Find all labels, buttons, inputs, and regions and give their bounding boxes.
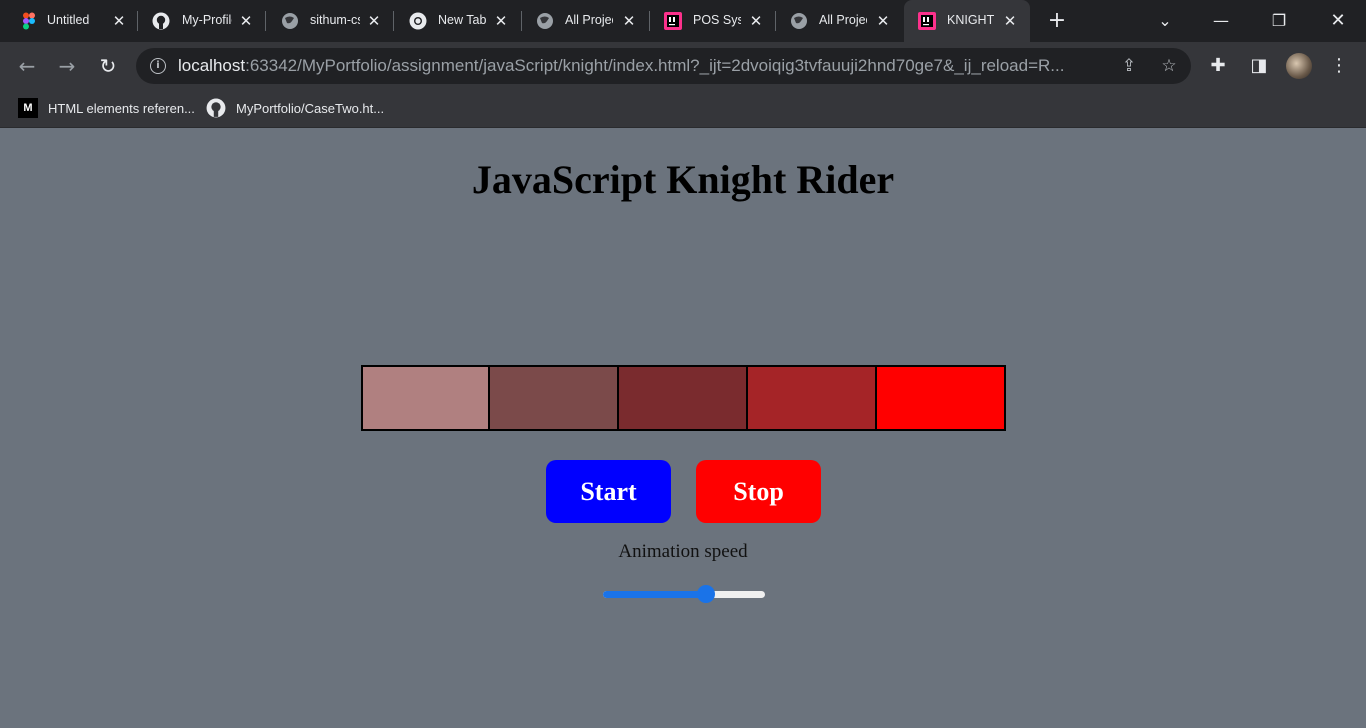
profile-avatar[interactable]: [1286, 53, 1312, 79]
new-tab-button[interactable]: +: [1045, 9, 1069, 33]
tab-new-tab[interactable]: New Tab ✕: [394, 0, 522, 42]
github-icon: [152, 12, 170, 30]
tab-all-projects-2[interactable]: All Projects ✕: [776, 0, 904, 42]
close-icon[interactable]: ✕: [874, 12, 892, 30]
tab-title: All Projects: [819, 13, 867, 27]
forward-arrow-icon[interactable]: →: [54, 53, 80, 79]
tab-strip: Untitled ✕ My-Profile ✕ sithum-cs ✕ New …: [0, 0, 1366, 42]
reload-icon[interactable]: ↻: [95, 53, 121, 79]
address-bar[interactable]: i localhost:63342/MyPortfolio/assignment…: [136, 48, 1191, 84]
close-icon[interactable]: ✕: [365, 12, 383, 30]
stop-button[interactable]: Stop: [696, 460, 821, 523]
extensions-puzzle-icon[interactable]: ✚: [1206, 54, 1230, 78]
close-icon[interactable]: ✕: [1001, 12, 1019, 30]
side-panel-icon[interactable]: ◨: [1247, 54, 1271, 78]
tab-pos-system[interactable]: POS System ✕: [650, 0, 776, 42]
globe-icon: [537, 13, 553, 29]
tab-title: Untitled: [47, 13, 90, 27]
close-icon[interactable]: ✕: [492, 12, 510, 30]
figma-icon: [23, 12, 35, 30]
close-icon[interactable]: ✕: [620, 12, 638, 30]
share-icon[interactable]: ⇪: [1119, 56, 1139, 76]
github-icon: [206, 98, 226, 118]
start-button[interactable]: Start: [546, 460, 671, 523]
menu-kebab-icon[interactable]: ⋮: [1327, 54, 1351, 78]
tab-title: sithum-cs: [310, 13, 360, 27]
minimize-icon[interactable]: —: [1208, 8, 1234, 34]
tab-untitled[interactable]: Untitled ✕: [0, 0, 138, 42]
browser-toolbar: ← → ↻ i localhost:63342/MyPortfolio/assi…: [0, 42, 1366, 90]
tab-my-profile[interactable]: My-Profile ✕: [138, 0, 266, 42]
bookmark-html-elements[interactable]: M HTML elements referen...: [18, 96, 195, 120]
slider-thumb[interactable]: [697, 585, 715, 603]
close-icon[interactable]: ✕: [110, 12, 128, 30]
close-icon[interactable]: ✕: [237, 12, 255, 30]
intellij-icon: [918, 12, 936, 30]
tab-sithum[interactable]: sithum-cs ✕: [266, 0, 394, 42]
mdn-icon: M: [18, 98, 38, 118]
intellij-icon: [664, 12, 682, 30]
tab-knight[interactable]: KNIGHT ✕: [904, 0, 1030, 42]
close-icon[interactable]: ✕: [747, 12, 765, 30]
light-box-3: [619, 367, 748, 429]
page-content: JavaScript Knight Rider Start Stop Anima…: [0, 128, 1366, 728]
window-close-icon[interactable]: ✕: [1325, 8, 1351, 34]
bookmarks-bar: M HTML elements referen... MyPortfolio/C…: [0, 90, 1366, 128]
url-text[interactable]: localhost:63342/MyPortfolio/assignment/j…: [178, 56, 1103, 76]
globe-icon: [282, 13, 298, 29]
animation-speed-slider[interactable]: [603, 585, 765, 603]
bookmark-label: MyPortfolio/CaseTwo.ht...: [236, 100, 385, 116]
chrome-icon: [409, 12, 427, 30]
tab-title: All Projects: [565, 13, 613, 27]
back-arrow-icon[interactable]: ←: [14, 53, 40, 79]
tab-title: POS System: [693, 13, 741, 27]
tab-search-chevron-icon[interactable]: ⌄: [1152, 8, 1178, 34]
site-info-icon[interactable]: i: [150, 58, 166, 74]
tab-all-projects[interactable]: All Projects ✕: [522, 0, 650, 42]
page-title: JavaScript Knight Rider: [471, 157, 895, 202]
restore-icon[interactable]: ❐: [1266, 8, 1292, 34]
light-box-5: [877, 367, 1004, 429]
light-box-1: [363, 367, 490, 429]
bookmark-star-icon[interactable]: ☆: [1159, 56, 1179, 76]
slider-fill: [603, 591, 706, 598]
knight-rider-lights: [361, 365, 1006, 431]
light-box-2: [490, 367, 619, 429]
bookmark-label: HTML elements referen...: [48, 100, 195, 116]
animation-speed-label: Animation speed: [618, 541, 748, 562]
tab-title: KNIGHT: [947, 13, 995, 27]
bookmark-myportfolio[interactable]: MyPortfolio/CaseTwo.ht...: [206, 96, 384, 120]
light-box-4: [748, 367, 877, 429]
tab-title: New Tab: [438, 13, 487, 27]
globe-icon: [791, 13, 807, 29]
tab-title: My-Profile: [182, 13, 232, 27]
